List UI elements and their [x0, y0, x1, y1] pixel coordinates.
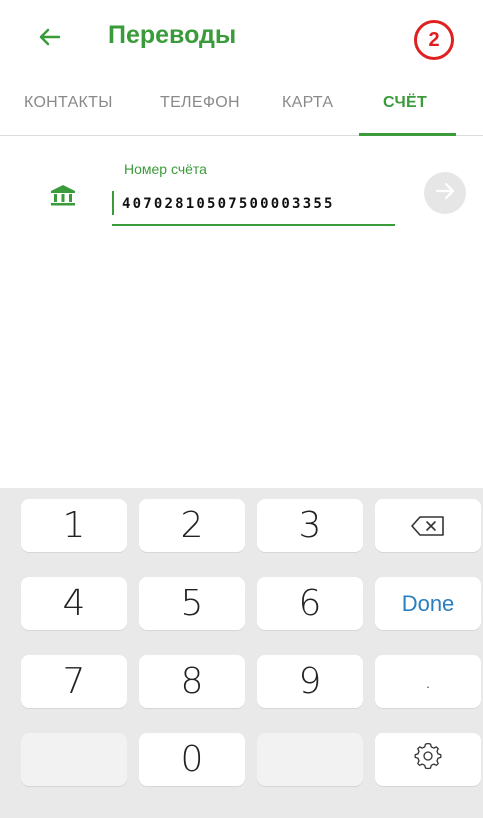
bank-icon: [50, 184, 76, 208]
key-6[interactable]: 6: [257, 577, 363, 630]
arrow-right-icon: [434, 180, 456, 207]
account-number-input[interactable]: 40702810507500003355: [112, 188, 395, 226]
done-label: Done: [401, 590, 455, 616]
key-7[interactable]: 7: [21, 655, 127, 708]
blank-key-left: [21, 733, 127, 786]
key-2[interactable]: 2: [139, 499, 245, 552]
backspace-key[interactable]: [375, 499, 481, 552]
submit-button[interactable]: [424, 172, 466, 214]
key-4[interactable]: 4: [21, 577, 127, 630]
tab-account[interactable]: СЧЁТ: [383, 94, 427, 112]
step-badge: 2: [414, 20, 454, 60]
back-arrow-icon[interactable]: [34, 22, 64, 52]
settings-key[interactable]: [375, 733, 481, 786]
tab-bar: КОНТАКТЫ ТЕЛЕФОН КАРТА СЧЁТ: [0, 78, 483, 136]
backspace-icon: [410, 505, 446, 546]
text-caret: [112, 191, 114, 215]
tab-card[interactable]: КАРТА: [282, 94, 333, 112]
active-tab-indicator: [359, 133, 456, 136]
key-8[interactable]: 8: [139, 655, 245, 708]
tab-phone[interactable]: ТЕЛЕФОН: [160, 94, 240, 112]
key-9[interactable]: 9: [257, 655, 363, 708]
page-title: Переводы: [108, 21, 237, 49]
dot-label: .: [424, 669, 432, 694]
numeric-keyboard: 1 2 3 4 5 6 Done 7 8 9 . 0: [0, 488, 483, 818]
app-header: Переводы 2: [0, 0, 483, 78]
key-0[interactable]: 0: [139, 733, 245, 786]
key-1[interactable]: 1: [21, 499, 127, 552]
tab-contacts[interactable]: КОНТАКТЫ: [24, 94, 113, 112]
account-number-value: 40702810507500003355: [122, 196, 335, 212]
gear-icon: [413, 739, 443, 780]
key-3[interactable]: 3: [257, 499, 363, 552]
account-number-label: Номер счёта: [124, 161, 207, 177]
blank-key-right: [257, 733, 363, 786]
key-dot[interactable]: .: [375, 655, 481, 708]
done-key[interactable]: Done: [375, 577, 481, 630]
key-5[interactable]: 5: [139, 577, 245, 630]
